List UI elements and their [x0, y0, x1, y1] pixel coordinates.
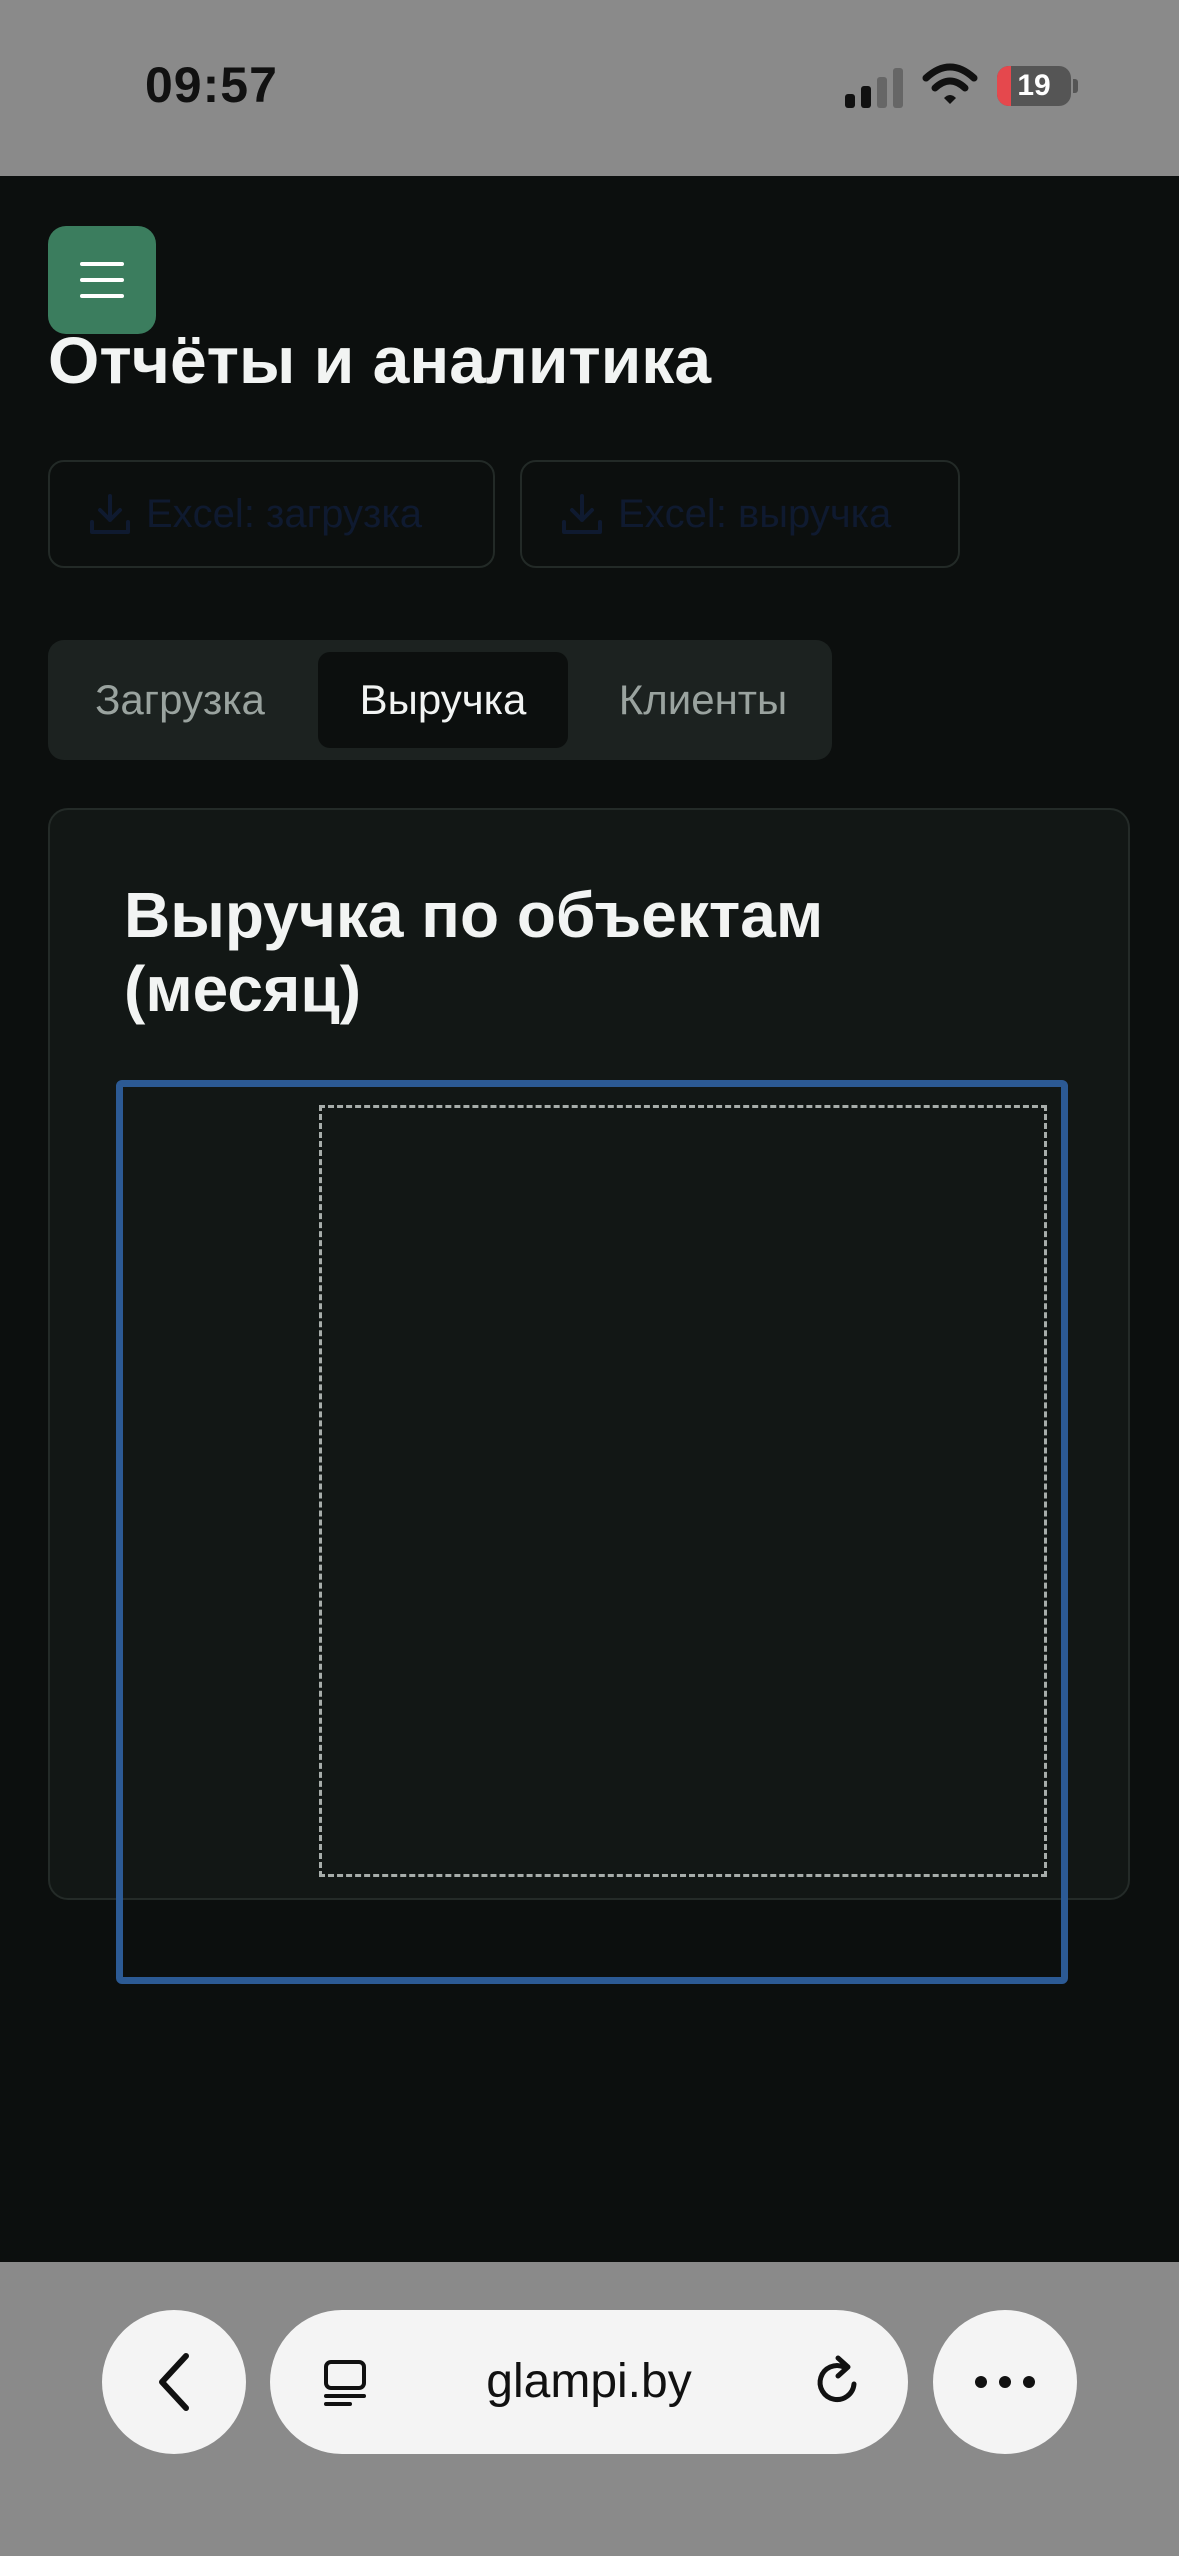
chart-plot-area: [319, 1105, 1047, 1877]
report-tabs: Загрузка Выручка Клиенты: [48, 640, 832, 760]
reload-icon[interactable]: [810, 2354, 866, 2410]
excel-load-export-label: Excel: загрузка: [146, 491, 422, 536]
back-button[interactable]: [102, 2310, 246, 2454]
more-icon: [975, 2376, 1035, 2388]
more-button[interactable]: [933, 2310, 1077, 2454]
menu-button[interactable]: [48, 226, 156, 334]
status-bar: 09:57 19: [0, 0, 1179, 176]
browser-toolbar: glampi.by: [0, 2262, 1179, 2556]
battery-indicator: 19: [997, 66, 1078, 106]
excel-revenue-export-button[interactable]: Excel: выручка: [520, 460, 960, 568]
excel-revenue-export-label: Excel: выручка: [618, 491, 892, 536]
address-bar[interactable]: glampi.by: [270, 2310, 908, 2454]
battery-tip: [1073, 79, 1078, 93]
hamburger-icon: [80, 262, 124, 298]
chart-frame: [116, 1080, 1068, 1984]
tab-load[interactable]: Загрузка: [50, 652, 310, 748]
page-title: Отчёты и аналитика: [48, 323, 712, 397]
revenue-card: Выручка по объектам (месяц): [48, 808, 1130, 1984]
download-icon: [562, 494, 602, 534]
app-content: Отчёты и аналитика Excel: загрузка Excel…: [0, 176, 1179, 2262]
excel-load-export-button[interactable]: Excel: загрузка: [48, 460, 495, 568]
download-icon: [90, 494, 130, 534]
battery-level: 19: [1017, 69, 1051, 102]
tab-clients[interactable]: Клиенты: [576, 652, 830, 748]
chevron-left-icon: [159, 2353, 189, 2411]
battery-icon: 19: [997, 66, 1071, 106]
card-title: Выручка по объектам (месяц): [124, 879, 824, 1025]
cellular-signal-icon: [845, 68, 903, 108]
tab-revenue[interactable]: Выручка: [318, 652, 568, 748]
wifi-icon: [922, 63, 978, 104]
status-time: 09:57: [145, 57, 278, 113]
